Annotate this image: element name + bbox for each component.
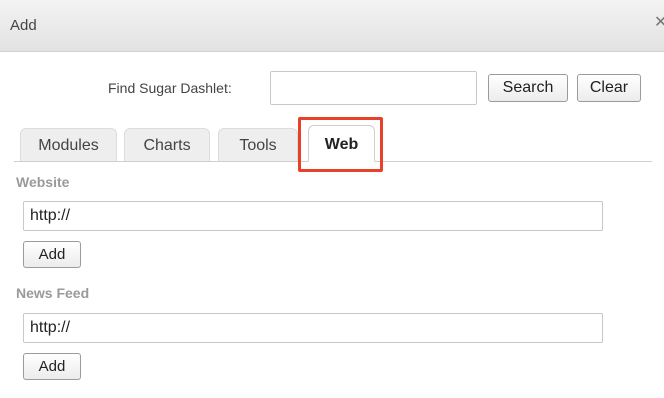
tab-web[interactable]: Web [308, 125, 375, 162]
dialog-title: Add [10, 17, 37, 34]
website-url-input[interactable] [23, 201, 603, 231]
dialog-titlebar: Add ✕ [0, 0, 664, 52]
tab-charts[interactable]: Charts [124, 128, 210, 161]
add-news-feed-button[interactable]: Add [23, 353, 81, 380]
news-feed-label: News Feed [16, 285, 90, 301]
website-label: Website [16, 174, 70, 190]
add-website-button[interactable]: Add [23, 241, 81, 268]
add-dashlet-dialog: Add ✕ Find Sugar Dashlet: Search Clear M… [0, 0, 664, 398]
clear-button[interactable]: Clear [577, 74, 641, 102]
search-button[interactable]: Search [488, 74, 568, 102]
tab-tools[interactable]: Tools [218, 128, 298, 161]
close-icon[interactable]: ✕ [654, 15, 664, 31]
find-dashlet-label: Find Sugar Dashlet: [108, 80, 232, 96]
tab-modules[interactable]: Modules [20, 128, 117, 161]
find-dashlet-input[interactable] [270, 71, 477, 105]
news-feed-url-input[interactable] [23, 313, 603, 343]
